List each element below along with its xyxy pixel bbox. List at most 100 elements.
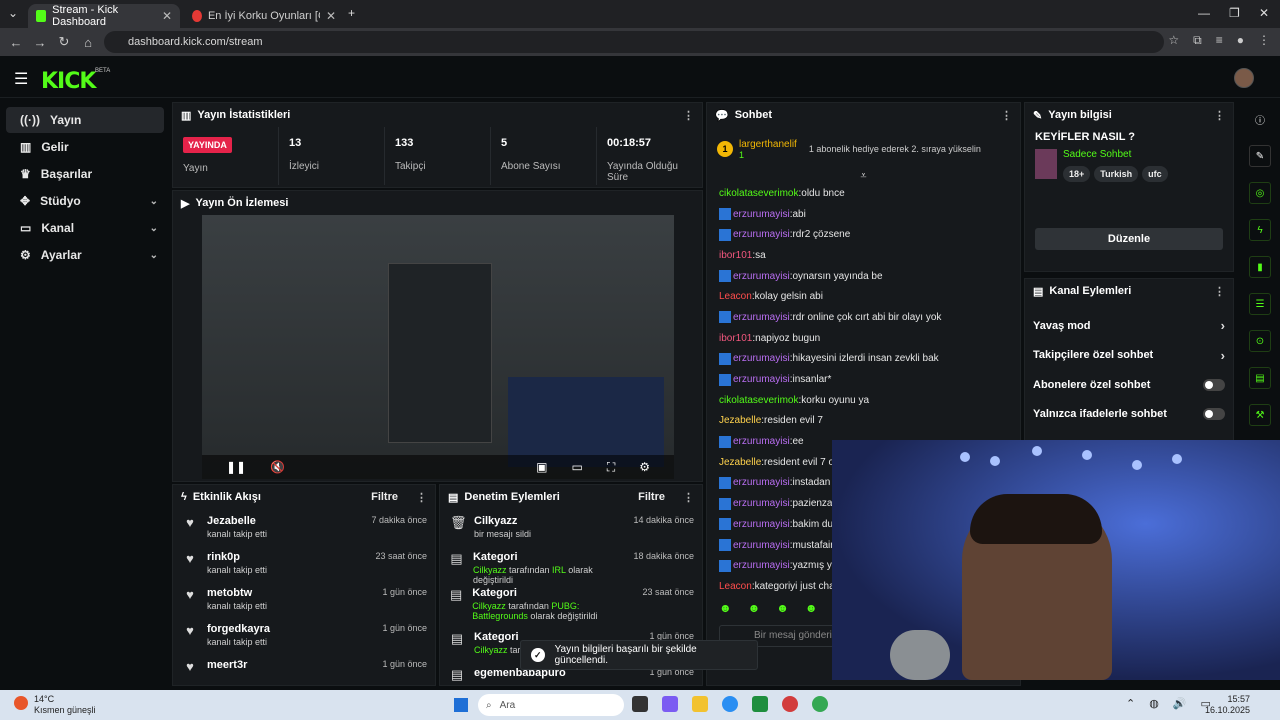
more-menu-icon[interactable]: ⋮ xyxy=(1214,109,1225,122)
wrench-icon[interactable]: ⚒ xyxy=(1249,404,1271,426)
settings-icon[interactable]: ⚙ xyxy=(639,460,650,474)
emote-icon[interactable]: ☻ xyxy=(719,601,732,615)
chat-username[interactable]: erzurumayisi xyxy=(733,229,790,240)
subscribers-only-toggle[interactable] xyxy=(1203,378,1225,391)
sidebar-item-ayarlar[interactable]: ⚙ Ayarlar ⌄ xyxy=(6,242,164,268)
activity-user[interactable]: rink0p xyxy=(207,551,267,563)
excel-icon[interactable] xyxy=(752,696,768,712)
chat-username[interactable]: ibor101 xyxy=(719,333,752,344)
clip-icon[interactable]: ◎ xyxy=(1249,182,1271,204)
chat-username[interactable]: erzurumayisi xyxy=(733,209,790,220)
forward-icon[interactable]: → xyxy=(28,35,52,50)
activity-user[interactable]: meert3r xyxy=(207,659,247,671)
chat-username[interactable]: erzurumayisi xyxy=(733,436,790,447)
slow-mode-row[interactable]: Yavaş mod › xyxy=(1025,311,1233,341)
sidebar-item-studyo[interactable]: ✥ Stüdyo ⌄ xyxy=(6,188,164,214)
more-menu-icon[interactable]: ⋮ xyxy=(683,491,694,504)
tab-search-icon[interactable]: ⌄ xyxy=(8,6,18,20)
chat-username[interactable]: erzurumayisi xyxy=(733,519,790,530)
extensions-icon[interactable]: ⧉ xyxy=(1193,33,1202,48)
new-tab-button[interactable]: + xyxy=(348,6,355,20)
more-menu-icon[interactable]: ⋮ xyxy=(1214,285,1225,298)
chat-username[interactable]: erzurumayisi xyxy=(733,477,790,488)
sidebar-item-gelir[interactable]: ▥ Gelir xyxy=(6,134,164,160)
pencil-icon[interactable]: ✎ xyxy=(1249,145,1271,167)
tray-chevron-icon[interactable]: ⌃ xyxy=(1126,697,1135,710)
close-tab-icon[interactable]: ✕ xyxy=(162,9,172,23)
battery-icon[interactable]: ▮ xyxy=(1249,256,1271,278)
pip-icon[interactable]: ▣ xyxy=(536,460,547,474)
chat-icon[interactable]: ☰ xyxy=(1249,293,1271,315)
bookmark-star-icon[interactable]: ☆ xyxy=(1168,33,1179,48)
chat-username[interactable]: Jezabelle xyxy=(719,457,761,468)
more-menu-icon[interactable]: ⋮ xyxy=(683,109,694,122)
layout-icon[interactable]: ▤ xyxy=(1249,367,1271,389)
file-explorer-icon[interactable] xyxy=(692,696,708,712)
chat-username[interactable]: erzurumayisi xyxy=(733,540,790,551)
emotes-only-toggle[interactable] xyxy=(1203,408,1225,421)
chat-username[interactable]: erzurumayisi xyxy=(733,560,790,571)
address-bar[interactable]: dashboard.kick.com/stream xyxy=(104,31,1164,53)
chat-username[interactable]: erzurumayisi xyxy=(733,312,790,323)
windows-start-icon[interactable] xyxy=(454,698,468,712)
chat-username[interactable]: Jezabelle xyxy=(719,415,761,426)
profile-icon[interactable]: ● xyxy=(1237,33,1244,48)
kick-logo[interactable]: KICK xyxy=(41,69,96,94)
activity-user[interactable]: metobtw xyxy=(207,587,267,599)
category-name[interactable]: Sadece Sohbet xyxy=(1063,149,1168,160)
tab-kick-dashboard[interactable]: Stream - Kick Dashboard ✕ xyxy=(28,4,180,28)
emote-icon[interactable]: ☻ xyxy=(776,601,789,615)
reload-icon[interactable]: ↻ xyxy=(52,34,76,50)
theater-icon[interactable]: ▭ xyxy=(571,460,582,474)
back-icon[interactable]: ← xyxy=(4,35,28,50)
emote-icon[interactable]: ☻ xyxy=(805,601,818,615)
mute-icon[interactable]: 🔇 xyxy=(270,460,285,474)
close-window-icon[interactable]: ✕ xyxy=(1259,6,1269,20)
tab-horror-games[interactable]: En İyi Korku Oyunları [Güncel] - ✕ xyxy=(184,4,344,28)
taskbar-search[interactable]: ⌕ Ara xyxy=(478,694,624,716)
more-menu-icon[interactable]: ⋮ xyxy=(416,491,427,504)
close-tab-icon[interactable]: ✕ xyxy=(326,9,336,23)
info-icon[interactable]: ⓘ xyxy=(1249,108,1271,130)
chat-username[interactable]: erzurumayisi xyxy=(733,353,790,364)
more-menu-icon[interactable]: ⋮ xyxy=(1258,33,1270,48)
pause-icon[interactable]: ❚❚ xyxy=(226,460,246,474)
volume-icon[interactable]: 🔊 xyxy=(1173,697,1187,710)
filter-button[interactable]: Filtre xyxy=(371,491,398,503)
obs-icon[interactable] xyxy=(782,696,798,712)
chat-username[interactable]: cikolataseverimok xyxy=(719,188,798,199)
activity-user[interactable]: Jezabelle xyxy=(207,515,267,527)
user-avatar[interactable] xyxy=(1234,68,1254,88)
minimize-icon[interactable]: — xyxy=(1198,6,1210,20)
collapse-pinned-icon[interactable]: ⩡ xyxy=(707,171,1020,183)
activity-user[interactable]: forgedkayra xyxy=(207,623,270,635)
lightning-icon[interactable]: ϟ xyxy=(1249,219,1271,241)
fullscreen-icon[interactable]: ⛶ xyxy=(607,460,615,475)
edit-button[interactable]: Düzenle xyxy=(1035,228,1223,250)
maximize-icon[interactable]: ❐ xyxy=(1229,6,1240,20)
emote-icon[interactable]: ☻ xyxy=(748,601,761,615)
chat-username[interactable]: cikolataseverimok xyxy=(719,395,798,406)
copilot-icon[interactable] xyxy=(662,696,678,712)
edge-icon[interactable] xyxy=(722,696,738,712)
chat-username[interactable]: ibor101 xyxy=(719,250,752,261)
chat-username[interactable]: Leacon xyxy=(719,291,752,302)
filter-button[interactable]: Filtre xyxy=(638,491,665,503)
task-view-icon[interactable] xyxy=(632,696,648,712)
more-menu-icon[interactable]: ⋮ xyxy=(1001,109,1012,122)
stream-preview-video[interactable]: ❚❚ 🔇 ▣ ▭ ⛶ ⚙ xyxy=(202,215,674,479)
home-icon[interactable]: ⌂ xyxy=(76,35,100,50)
hamburger-menu-icon[interactable]: ☰ xyxy=(14,69,28,89)
chrome-icon[interactable] xyxy=(812,696,828,712)
gifter-name[interactable]: largerthanelif xyxy=(739,139,797,150)
network-icon[interactable]: ◍ xyxy=(1149,697,1159,710)
chat-username[interactable]: erzurumayisi xyxy=(733,271,790,282)
followers-only-row[interactable]: Takipçilere özel sohbet › xyxy=(1025,341,1233,371)
weather-icon[interactable] xyxy=(14,696,28,710)
sidebar-item-basarilar[interactable]: ♛ Başarılar xyxy=(6,161,164,187)
broadcast-icon[interactable]: ⊙ xyxy=(1249,330,1271,352)
sidebar-item-yayin[interactable]: ((·)) Yayın xyxy=(6,107,164,133)
sidebar-item-kanal[interactable]: ▭ Kanal ⌄ xyxy=(6,215,164,241)
chat-username[interactable]: erzurumayisi xyxy=(733,498,790,509)
taskbar-clock[interactable]: 15:57 16.10.2025 xyxy=(1205,694,1250,716)
